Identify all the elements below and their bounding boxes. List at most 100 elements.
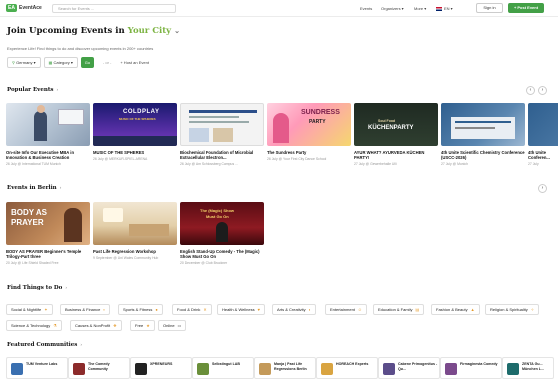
city-selector[interactable]: Your City [128,26,171,36]
community-avatar [197,363,209,375]
community-name: Selbstingut LAB [212,362,240,366]
logo-mark: EA [6,4,17,12]
pin-icon: ⚲ [12,60,15,65]
event-card[interactable]: Soul Food KÜCHENPARTY AYUR WHAT? AYURVED… [354,103,438,166]
popular-events-heading[interactable]: Popular Events › [7,87,58,93]
category-chip[interactable]: Online ▭ [158,320,187,331]
category-chip[interactable]: Arts & Creativity ◐ [272,304,317,315]
nav-more[interactable]: More ▾ [414,4,426,13]
category-chip[interactable]: Health & Wellness ♥ [217,304,265,315]
community-avatar [321,363,333,375]
things-to-do-title: Find Things to Do [7,285,63,291]
nav-organizers[interactable]: Organizers ▾ [381,4,404,13]
category-chip[interactable]: Social & Nightlife ✦ [6,304,53,315]
heart-icon: ♥ [257,307,260,312]
category-label: Social & Nightlife [11,307,42,312]
event-title: On-site Info Our Executive MBA in Innova… [6,150,75,161]
event-card[interactable]: SUNDRESS PARTY The Sundress Party 26 Jul… [267,103,351,161]
category-chip[interactable]: Business & Finance ▪ [60,304,110,315]
signin-button[interactable]: Sign in [476,3,503,13]
event-card[interactable]: Biochemical Foundation of Microbial Extr… [180,103,264,166]
chevron-left-icon[interactable]: ‹ [526,86,535,95]
hero-subtitle: Experience Life! Find things to do and d… [7,46,154,51]
category-chip[interactable]: Sports & Fitness ● [118,304,163,315]
dress-icon: ▲ [470,307,475,312]
search-input[interactable]: Search for Events ... [52,4,176,13]
category-select[interactable]: ▦ Category ▾ [43,57,78,68]
community-name: Manja | Past Life Regressions Berlin [274,362,307,371]
category-label: Religion & Spirituality [490,307,528,312]
go-button[interactable]: Go [80,57,94,68]
event-meta: 27 July [528,162,539,167]
event-card[interactable]: 4th Unite Conferen... 27 July [528,103,558,166]
category-label: Health & Wellness [222,307,255,312]
community-name: The Comedy Community [88,362,110,371]
category-chip[interactable]: Free ★ [130,320,155,331]
event-meta: 26 July @ Am Schlossberg Campus ... [180,162,238,167]
post-event-button[interactable]: + Post Event [508,3,544,13]
event-card[interactable]: The (Magic) Show Must Go On English Stan… [180,202,264,265]
things-to-do-heading[interactable]: Find Things to Do › [7,285,67,291]
logo[interactable]: EA EventAce [6,4,42,12]
category-chip[interactable]: Causes & NonProfit ❖ [70,320,122,331]
event-title: MUSIC OF THE SPHERES [93,150,145,155]
arrow-right-icon: › [59,186,62,191]
dove-icon: ✧ [530,307,535,312]
host-event-link[interactable]: + Host an Event [120,60,149,65]
chevron-down-icon[interactable]: ⌄ [174,26,180,35]
event-card[interactable]: BODY AS PRAYER BODY AS PRAYER Beginner's… [6,202,90,265]
community-card[interactable]: The Comedy Community [68,357,130,379]
chevron-right-icon[interactable]: › [538,86,547,95]
event-title: 4th Unite Scientific Chemistry Conferenc… [441,150,525,161]
language-select[interactable]: EN ▾ [436,4,453,13]
community-name: TUM Venture Labs [26,362,58,366]
briefcase-icon: ▪ [103,307,105,312]
community-name: XPRENEURS [150,362,173,366]
event-title: Biochemical Foundation of Microbial Extr… [180,150,254,161]
event-title: 4th Unite Conferen... [528,150,550,161]
country-select-label: Germany ▾ [16,60,36,65]
arrow-right-icon: › [56,88,59,93]
category-label: Food & Drink [177,307,201,312]
community-card[interactable]: ZENTA Gu... München L... [502,357,554,379]
top-navbar: EA EventAce Search for Events ... Events… [0,0,558,17]
community-name: Firmaginesta Comedy [460,362,498,366]
logo-text: EventAce [19,5,42,11]
communities-heading[interactable]: Featured Communities › [7,342,82,348]
category-chip[interactable]: Education & Family ▤ [373,304,425,315]
event-card[interactable]: COLDPLAY MUSIC OF THE SPHERES MUSIC OF T… [93,103,177,161]
community-card[interactable]: HOREACH Experts [316,357,378,379]
nav-events[interactable]: Events [360,4,372,13]
community-card[interactable]: Cabene Primogenitus - Qu... [378,357,440,379]
event-meta: 20 July @ Life Shield Shaded Free [6,261,59,266]
community-avatar [135,363,147,375]
community-card[interactable]: Manja | Past Life Regressions Berlin [254,357,316,379]
category-chip[interactable]: Religion & Spirituality ✧ [485,304,540,315]
country-select[interactable]: ⚲ Germany ▾ [7,57,41,68]
community-card[interactable]: XPRENEURS [130,357,192,379]
event-card[interactable]: On-site Info Our Executive MBA in Innova… [6,103,90,166]
cutlery-icon: ✕ [203,307,207,312]
laptop-icon: ▭ [177,323,182,328]
community-card[interactable]: Selbstingut LAB [192,357,254,379]
post-event-label: + Post Event [513,5,539,10]
community-card[interactable]: Firmaginesta Comedy [440,357,502,379]
category-chip[interactable]: Food & Drink ✕ [172,304,212,315]
category-label: Entertainment [330,307,355,312]
communities-title: Featured Communities [7,342,78,348]
category-chip[interactable]: Science & Technology ⚗ [6,320,62,331]
category-label: Sports & Fitness [123,307,153,312]
signin-label: Sign in [483,5,496,10]
category-chip[interactable]: Fashion & Beauty ▲ [431,304,480,315]
popular-events-title: Popular Events [7,87,54,93]
berlin-events-heading[interactable]: Events in Berlin › [7,185,61,191]
event-card[interactable]: 4th Unite Scientific Chemistry Conferenc… [441,103,525,166]
community-card[interactable]: TUM Venture Labs [6,357,68,379]
event-image [93,202,177,245]
chevron-right-icon[interactable]: › [538,184,547,193]
category-chip[interactable]: Entertainment ☺ [325,304,367,315]
title-prefix: Join Upcoming Events in [7,26,125,36]
category-label: Education & Family [378,307,413,312]
event-card[interactable]: Past Life Regression Workshop 9 Septembe… [93,202,177,260]
community-avatar [11,363,23,375]
